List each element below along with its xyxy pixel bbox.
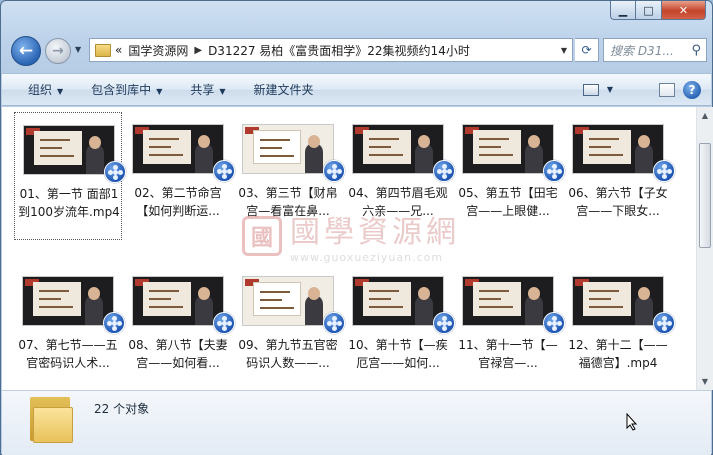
back-button[interactable]: ←	[11, 36, 41, 66]
file-name: 03、第三节【财帛宫—看富在鼻...	[238, 186, 338, 218]
caption-buttons: ▁ □ ✕	[610, 1, 706, 20]
video-thumbnail	[352, 124, 444, 174]
video-thumbnail	[352, 276, 444, 326]
back-arrow-icon: ←	[18, 41, 34, 61]
media-player-icon	[323, 312, 345, 334]
media-player-icon	[433, 312, 455, 334]
organize-label: 组织	[28, 83, 53, 97]
toolbar-right: ▼ ?	[582, 80, 711, 99]
file-item[interactable]: 07、第七节——五官密码识人术...	[14, 264, 125, 390]
video-thumbnail	[462, 124, 554, 174]
view-dropdown-icon[interactable]: ▼	[607, 85, 613, 94]
file-name: 10、第十节【—疾厄宫——如何...	[348, 338, 448, 370]
video-thumbnail	[242, 124, 334, 174]
video-thumbnail	[23, 125, 115, 175]
folder-icon	[95, 43, 111, 57]
media-player-icon	[213, 312, 235, 334]
chevron-down-icon: ▼	[156, 87, 163, 96]
view-icon[interactable]	[582, 83, 599, 96]
breadcrumb-prefix[interactable]: «	[115, 43, 122, 57]
video-thumbnail	[132, 124, 224, 174]
file-item[interactable]: 11、第十一节【—官禄宫—...	[454, 264, 565, 390]
video-thumbnail	[22, 276, 114, 326]
explorer-window: ▁ □ ✕ ← → ▼ « 国学资源网 ▶ D31227 易柏《富贵面相学》22…	[0, 0, 713, 455]
video-thumbnail	[242, 276, 334, 326]
search-input[interactable]: 搜索 D31... ⚲	[603, 38, 707, 62]
file-name: 04、第四节眉毛观六亲——兄...	[348, 186, 448, 218]
video-thumbnail	[132, 276, 224, 326]
chevron-down-icon: ▼	[219, 87, 226, 96]
address-dropdown-icon[interactable]: ▼	[556, 46, 572, 55]
file-name: 12、第十二【——福德宫】.mp4	[568, 338, 668, 370]
file-item[interactable]: 06、第六节【子女宫——下眼女...	[564, 112, 675, 240]
file-name: 06、第六节【子女宫——下眼女...	[568, 186, 668, 218]
refresh-button[interactable]: ⟳	[575, 38, 599, 62]
share-button[interactable]: 共享 ▼	[176, 81, 239, 98]
file-item[interactable]: 08、第八节【夫妻宫——如何看...	[124, 264, 235, 390]
file-item[interactable]: 09、第九节五官密码识人数——...	[234, 264, 345, 390]
file-list-pane[interactable]: 國 國學資源網 www.guoxueziyuan.com 01、第一节 面部1到…	[2, 107, 696, 390]
file-name: 05、第五节【田宅宫——上眼健...	[458, 186, 558, 218]
media-player-icon	[543, 312, 565, 334]
media-player-icon	[323, 160, 345, 182]
scroll-down-icon[interactable]: ▼	[697, 373, 713, 390]
video-thumbnail	[462, 276, 554, 326]
file-item[interactable]: 10、第十节【—疾厄宫——如何...	[344, 264, 455, 390]
details-pane: 22 个对象	[2, 390, 711, 455]
scrollbar-thumb[interactable]	[699, 143, 711, 248]
file-name: 09、第九节五官密码识人数——...	[238, 338, 338, 370]
new-folder-button[interactable]: 新建文件夹	[240, 81, 328, 98]
file-name: 11、第十一节【—官禄宫—...	[458, 338, 558, 370]
file-item[interactable]: 12、第十二【——福德宫】.mp4	[564, 264, 675, 390]
media-player-icon	[653, 160, 675, 182]
file-item[interactable]: 04、第四节眉毛观六亲——兄...	[344, 112, 455, 240]
breadcrumb-item-root[interactable]: 国学资源网	[128, 42, 188, 59]
media-player-icon	[433, 160, 455, 182]
maximize-button[interactable]: □	[636, 1, 662, 20]
minimize-button[interactable]: ▁	[610, 1, 636, 20]
file-item[interactable]: 01、第一节 面部1到100岁流年.mp4	[14, 112, 126, 240]
breadcrumb-item-current[interactable]: D31227 易柏《富贵面相学》22集视频约14小时	[208, 42, 470, 59]
file-item[interactable]: 02、第二节命宫【如何判断运...	[124, 112, 235, 240]
refresh-icon: ⟳	[581, 43, 592, 57]
file-name: 02、第二节命宫【如何判断运...	[134, 186, 222, 218]
forward-arrow-icon: →	[52, 43, 64, 59]
include-in-library-button[interactable]: 包含到库中 ▼	[77, 81, 176, 98]
media-player-icon	[653, 312, 675, 334]
help-icon[interactable]: ?	[683, 80, 701, 99]
file-name: 01、第一节 面部1到100岁流年.mp4	[18, 187, 120, 219]
file-name: 07、第七节——五官密码识人术...	[18, 338, 118, 370]
chevron-down-icon: ▼	[57, 87, 64, 96]
organize-button[interactable]: 组织 ▼	[2, 81, 77, 98]
include-library-label: 包含到库中	[91, 83, 152, 97]
forward-button[interactable]: →	[45, 38, 71, 64]
navigation-bar: ← → ▼ « 国学资源网 ▶ D31227 易柏《富贵面相学》22集视频约14…	[9, 34, 707, 66]
search-placeholder: 搜索 D31...	[610, 43, 674, 58]
watermark-url: www.guoxueziyuan.com	[290, 251, 444, 264]
file-name: 08、第八节【夫妻宫——如何看...	[128, 338, 228, 370]
address-bar[interactable]: « 国学资源网 ▶ D31227 易柏《富贵面相学》22集视频约14小时 ▼	[89, 38, 573, 62]
command-bar: 组织 ▼ 包含到库中 ▼ 共享 ▼ 新建文件夹 ▼ ?	[2, 73, 711, 106]
media-player-icon	[213, 160, 235, 182]
share-label: 共享	[190, 83, 215, 97]
folder-icon	[30, 397, 74, 443]
close-button[interactable]: ✕	[662, 1, 706, 20]
video-thumbnail	[572, 276, 664, 326]
preview-pane-icon[interactable]	[659, 82, 675, 97]
search-icon[interactable]: ⚲	[691, 43, 701, 58]
media-player-icon	[104, 161, 126, 183]
video-thumbnail	[572, 124, 664, 174]
breadcrumb-separator-icon[interactable]: ▶	[194, 45, 202, 56]
file-item[interactable]: 05、第五节【田宅宫——上眼健...	[454, 112, 565, 240]
recent-pages-dropdown[interactable]: ▼	[75, 45, 81, 54]
item-count: 22 个对象	[94, 402, 150, 416]
vertical-scrollbar[interactable]: ▲ ▼	[696, 107, 713, 390]
media-player-icon	[103, 312, 125, 334]
scroll-up-icon[interactable]: ▲	[697, 107, 713, 124]
file-item[interactable]: 03、第三节【财帛宫—看富在鼻...	[234, 112, 345, 240]
media-player-icon	[543, 160, 565, 182]
